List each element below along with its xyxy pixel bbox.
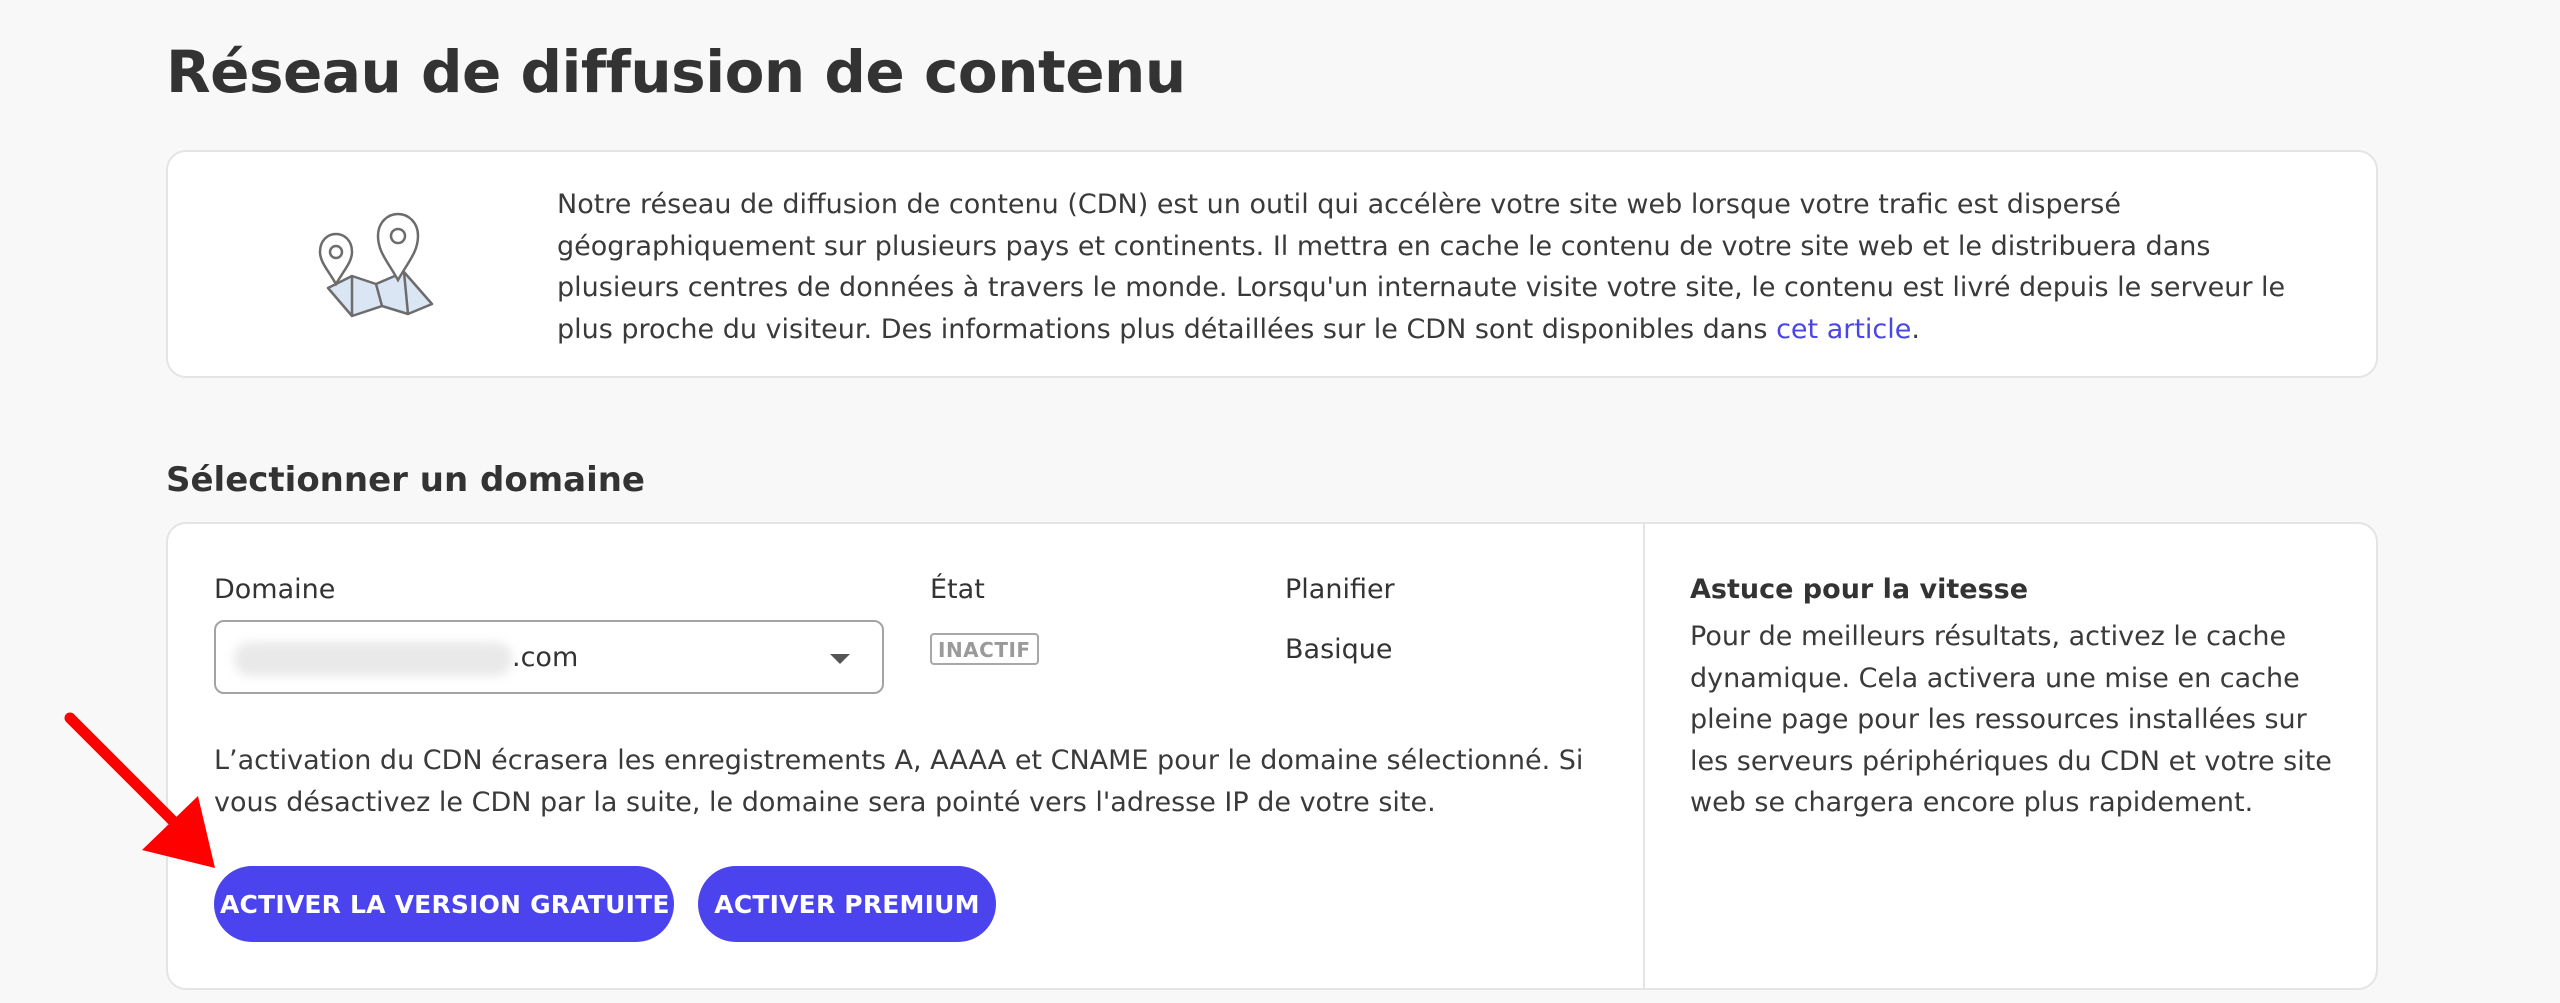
chevron-down-icon[interactable] [830,654,850,664]
plan-value: Basique [1285,634,1393,665]
cdn-description-text: Notre réseau de diffusion de contenu (CD… [557,189,2286,345]
domain-select[interactable]: .com [214,620,884,694]
activate-free-button[interactable]: ACTIVER LA VERSION GRATUITE [214,866,674,942]
domain-label: Domaine [214,574,336,605]
map-pins-icon [318,212,434,318]
speed-tip-title: Astuce pour la vitesse [1690,574,2029,605]
red-arrow-annotation [64,712,215,868]
domain-card: Domaine .com État INACTIF Planifier Basi… [166,522,2378,990]
page-title: Réseau de diffusion de contenu [166,38,1186,106]
section-title: Sélectionner un domaine [166,460,645,500]
activate-premium-button[interactable]: ACTIVER PREMIUM [698,866,996,942]
article-link[interactable]: cet article [1776,314,1911,345]
cdn-description-end: . [1911,313,1920,345]
status-badge: INACTIF [930,633,1039,665]
domain-value: .com [512,642,579,673]
blurred-domain-name [234,642,512,676]
status-label: État [930,574,985,605]
cdn-warning-text: L’activation du CDN écrasera les enregis… [214,745,1584,818]
plan-label: Planifier [1285,574,1395,605]
speed-tip-text: Pour de meilleurs résultats, activez le … [1690,621,2332,818]
card-divider [1643,524,1645,988]
cdn-info-card: Notre réseau de diffusion de contenu (CD… [166,150,2378,378]
cdn-description: Notre réseau de diffusion de contenu (CD… [557,184,2317,350]
